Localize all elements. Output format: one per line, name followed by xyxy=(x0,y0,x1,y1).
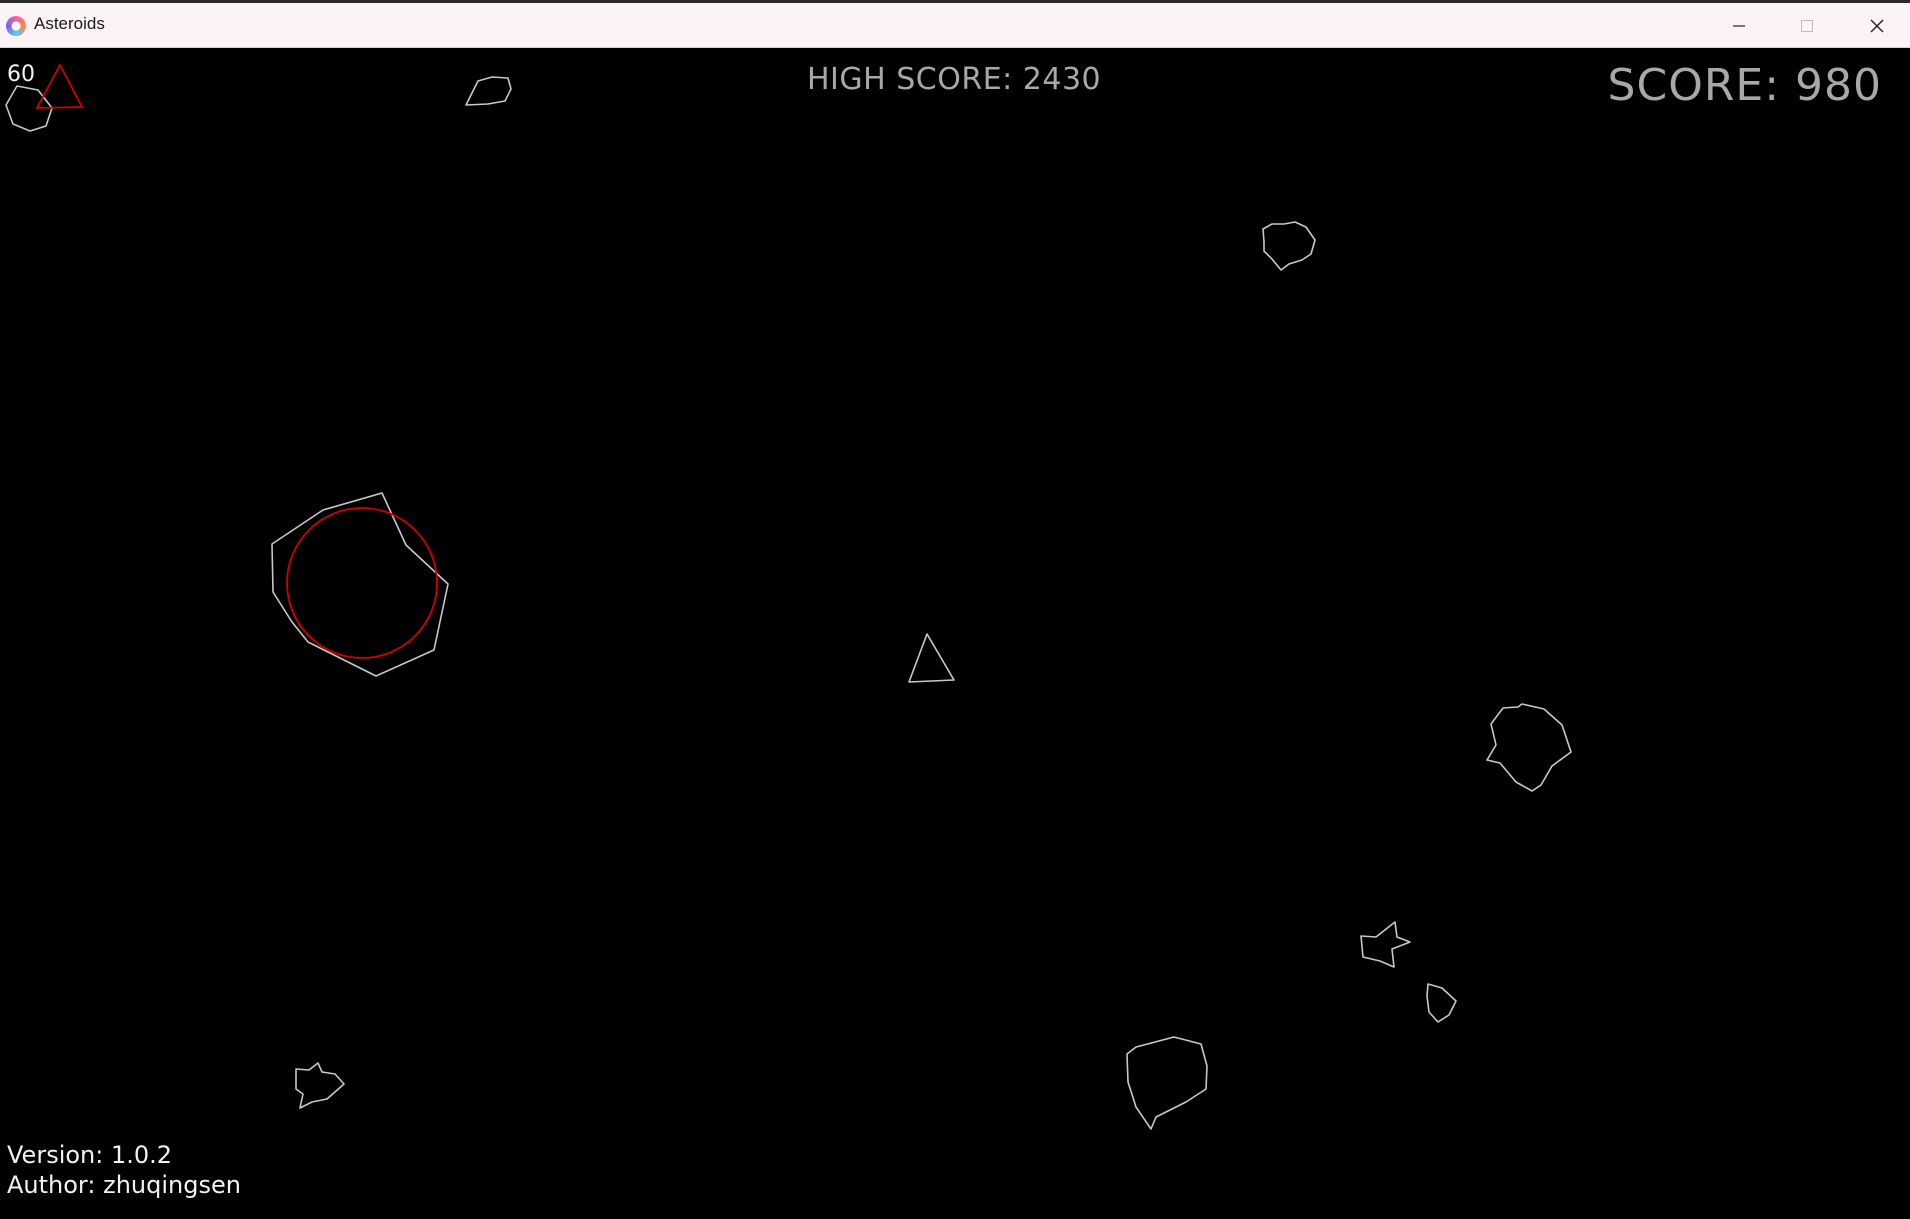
maximize-icon xyxy=(1801,19,1813,32)
asteroid xyxy=(465,76,512,106)
game-canvas[interactable]: 60 HIGH SCORE: 2430 SCORE: 980 Version: … xyxy=(0,48,1910,1219)
asteroid xyxy=(1486,703,1572,792)
close-button[interactable] xyxy=(1842,3,1910,48)
title-bar[interactable]: Asteroids xyxy=(0,0,1910,48)
window-title: Asteroids xyxy=(34,14,105,33)
collision-circle xyxy=(286,507,438,659)
author-label: Author: zhuqingsen xyxy=(7,1171,241,1199)
asteroid xyxy=(1360,921,1411,968)
asteroid xyxy=(271,492,449,677)
lives-ship-icon xyxy=(35,63,84,109)
asteroid xyxy=(295,1062,345,1109)
game-window: Asteroids 60 HIGH SCORE: 2430 SCORE: 980… xyxy=(0,0,1910,1219)
high-score: HIGH SCORE: 2430 xyxy=(807,62,1102,97)
close-icon xyxy=(1870,19,1884,32)
score: SCORE: 980 xyxy=(1607,60,1882,111)
asteroid xyxy=(1262,221,1316,271)
version-label: Version: 1.0.2 xyxy=(7,1141,173,1169)
fps-counter: 60 xyxy=(7,62,35,87)
playfield xyxy=(5,63,1572,1130)
player-ship xyxy=(908,633,955,683)
asteroid xyxy=(1126,1036,1208,1130)
app-icon xyxy=(6,16,26,36)
maximize-button[interactable] xyxy=(1772,3,1842,48)
minimize-icon xyxy=(1733,24,1745,27)
asteroid xyxy=(1426,983,1457,1023)
minimize-button[interactable] xyxy=(1704,3,1774,48)
